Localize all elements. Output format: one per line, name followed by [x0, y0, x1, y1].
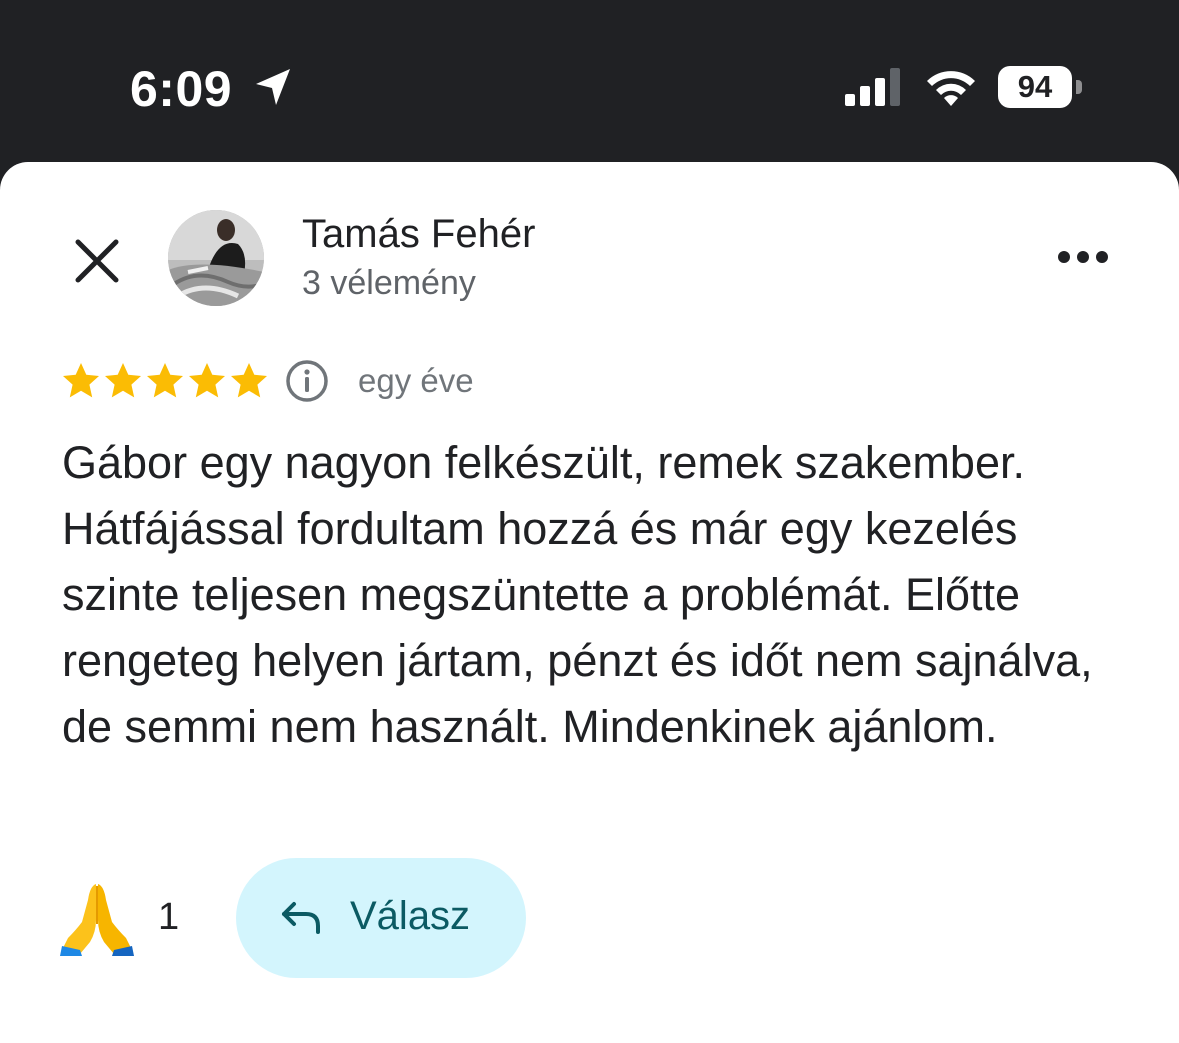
status-bar: 6:09 94 [0, 0, 1179, 162]
star-rating [63, 363, 267, 398]
reaction-count: 1 [158, 896, 180, 938]
review-sheet: Tamás Fehér 3 vélemény egy éve Gábor egy… [0, 162, 1179, 1043]
status-time: 6:09 [130, 61, 233, 117]
reply-button[interactable]: Válasz [236, 858, 526, 978]
author-name[interactable]: Tamás Fehér [302, 212, 535, 257]
reaction-summary[interactable]: 1 [60, 876, 190, 956]
info-icon[interactable] [284, 358, 330, 404]
battery-level: 94 [1017, 69, 1053, 104]
author-review-count: 3 vélemény [302, 264, 476, 302]
reply-button-label: Válasz [350, 894, 471, 938]
folded-hands-icon [60, 884, 134, 956]
wifi-icon [927, 71, 975, 106]
signal-icon [845, 68, 900, 106]
battery-cap [1076, 80, 1082, 94]
review-text: Gábor egy nagyon felkészült, remek szake… [62, 437, 1093, 752]
battery-body: 94 [998, 66, 1072, 108]
battery-icon: 94 [998, 66, 1084, 108]
star-icon [63, 363, 99, 398]
rating-row: egy éve [62, 358, 562, 406]
star-icon [189, 363, 225, 398]
more-options-icon[interactable] [1052, 242, 1114, 272]
avatar[interactable] [168, 210, 264, 306]
location-arrow-icon [256, 69, 290, 105]
review-date: egy éve [358, 362, 474, 399]
close-icon[interactable] [70, 234, 124, 288]
star-icon [105, 363, 141, 398]
avatar-photo [168, 210, 264, 306]
reply-arrow-icon [282, 902, 320, 934]
star-icon [147, 363, 183, 398]
star-icon [231, 363, 267, 398]
